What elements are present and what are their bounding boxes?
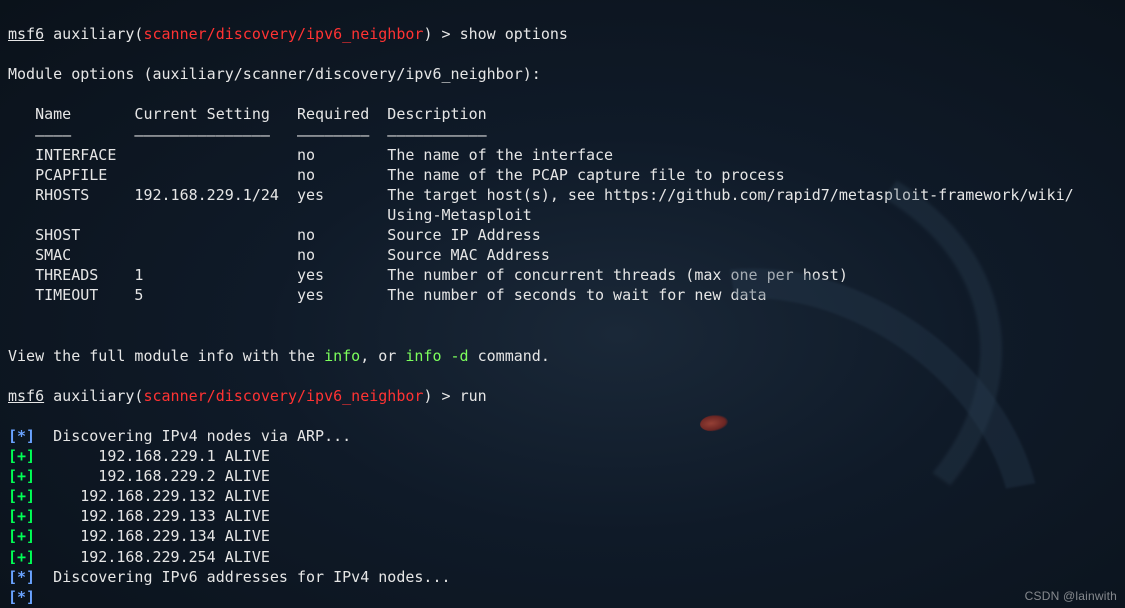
aux-label: auxiliary( — [53, 25, 143, 43]
module-options-header: Module options (auxiliary/scanner/discov… — [8, 65, 541, 83]
command-show-options: show options — [460, 25, 568, 43]
output-text: 192.168.229.132 ALIVE — [53, 487, 270, 505]
module-path: scanner/discovery/ipv6_neighbor — [143, 387, 423, 405]
output-line: [+] 192.168.229.132 ALIVE — [8, 487, 270, 505]
status-star-icon: [*] — [8, 568, 35, 586]
output-text: Discovering IPv4 nodes via ARP... — [53, 427, 351, 445]
output-line: [+] 192.168.229.134 ALIVE — [8, 527, 270, 545]
output-text: 192.168.229.133 ALIVE — [53, 507, 270, 525]
status-plus-icon: [+] — [8, 447, 35, 465]
output-line: [*] Discovering IPv4 nodes via ARP... — [8, 427, 351, 445]
status-star-icon: [*] — [8, 588, 35, 606]
output-text: Discovering IPv6 addresses for IPv4 node… — [53, 568, 450, 586]
aux-label: auxiliary( — [53, 387, 143, 405]
output-line: [+] 192.168.229.1 ALIVE — [8, 447, 270, 465]
table-row: INTERFACE no The name of the interface — [8, 146, 613, 164]
msf-label: msf6 — [8, 387, 44, 405]
table-row: SHOST no Source IP Address — [8, 226, 541, 244]
output-line: [+] 192.168.229.133 ALIVE — [8, 507, 270, 525]
output-line: [+] 192.168.229.254 ALIVE — [8, 548, 270, 566]
output-text: 192.168.229.134 ALIVE — [53, 527, 270, 545]
info-keyword: info — [324, 347, 360, 365]
output-text: 192.168.229.254 ALIVE — [53, 548, 270, 566]
prompt-close: ) > — [423, 25, 459, 43]
output-text: 192.168.229.2 ALIVE — [53, 467, 270, 485]
prompt-line[interactable]: msf6 auxiliary(scanner/discovery/ipv6_ne… — [8, 25, 568, 43]
output-line: [+] 192.168.229.2 ALIVE — [8, 467, 270, 485]
output-text: 192.168.229.1 ALIVE — [53, 447, 270, 465]
status-plus-icon: [+] — [8, 467, 35, 485]
status-plus-icon: [+] — [8, 548, 35, 566]
status-plus-icon: [+] — [8, 507, 35, 525]
output-line: [*] — [8, 588, 53, 606]
status-plus-icon: [+] — [8, 487, 35, 505]
table-underline: –––– ––––––––––––––– –––––––– ––––––––––… — [8, 126, 487, 144]
table-row: Using-Metasploit — [8, 206, 532, 224]
module-path: scanner/discovery/ipv6_neighbor — [143, 25, 423, 43]
table-header: Name Current Setting Required Descriptio… — [8, 105, 487, 123]
status-star-icon: [*] — [8, 427, 35, 445]
status-plus-icon: [+] — [8, 527, 35, 545]
msf-label: msf6 — [8, 25, 44, 43]
watermark: CSDN @lainwith — [1025, 588, 1117, 604]
output-line: [*] Discovering IPv6 addresses for IPv4 … — [8, 568, 451, 586]
